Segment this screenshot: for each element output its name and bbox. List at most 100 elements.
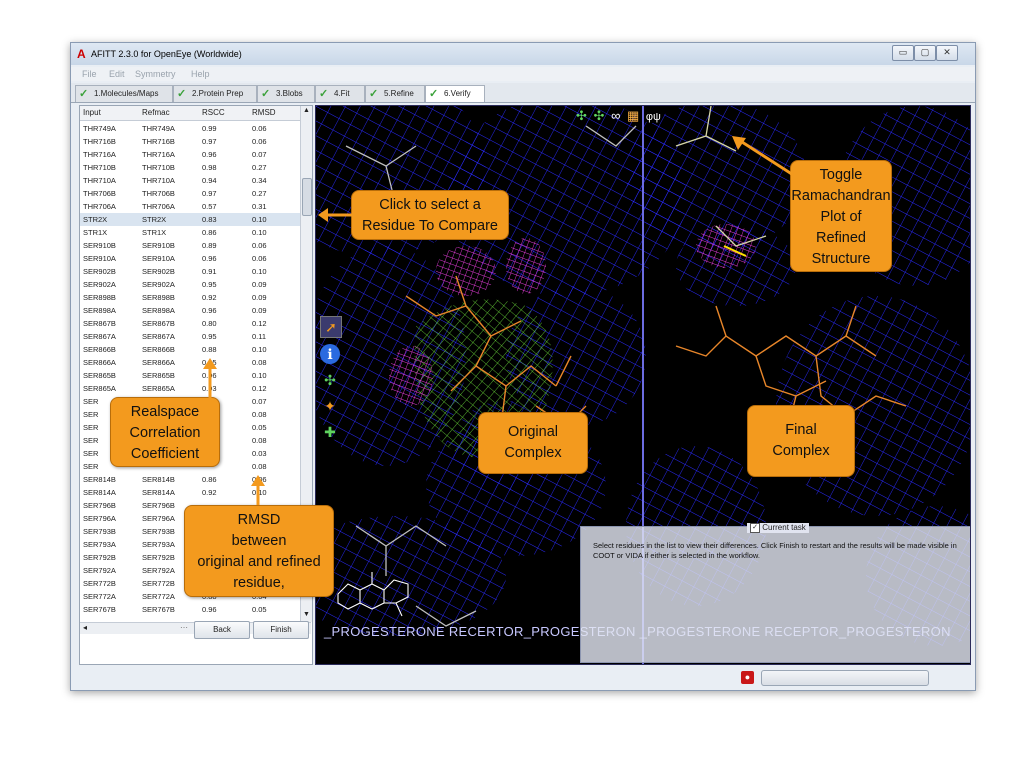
pointer-tool-icon[interactable]: ➚ xyxy=(320,316,342,338)
table-row[interactable]: SER866B SER866B 0.88 0.10 xyxy=(80,343,300,356)
table-row[interactable]: SER767B SER767B 0.96 0.05 xyxy=(80,603,300,616)
cell-input: THR710A xyxy=(83,176,116,185)
table-row[interactable]: THR706B THR706B 0.97 0.27 xyxy=(80,187,300,200)
info-tool-icon[interactable]: ℹ xyxy=(320,344,340,364)
table-row[interactable]: SER910A SER910A 0.96 0.06 xyxy=(80,252,300,265)
table-row[interactable]: THR749A THR749A 0.99 0.06 xyxy=(80,122,300,135)
title-bar[interactable]: A AFITT 2.3.0 for OpenEye (Worldwide) ▭ … xyxy=(71,43,975,65)
cell-refmac: THR706B xyxy=(142,189,175,198)
table-row[interactable]: SER867B SER867B 0.80 0.12 xyxy=(80,317,300,330)
tab-molecules-maps[interactable]: ✓ 1.Molecules/Maps xyxy=(75,85,173,102)
scroll-up-icon[interactable]: ▲ xyxy=(303,107,310,114)
cell-input: SER xyxy=(83,462,99,471)
center-tool-icon[interactable]: ✣ xyxy=(320,370,340,390)
fit-view-icon[interactable]: ✣ xyxy=(594,108,605,124)
tab-fit[interactable]: ✓ 4.Fit xyxy=(315,85,365,102)
close-button[interactable]: ✕ xyxy=(936,45,958,61)
cell-rscc: 0.96 xyxy=(202,150,217,159)
minimize-button[interactable]: ▭ xyxy=(892,45,914,61)
table-row[interactable]: STR2X STR2X 0.83 0.10 xyxy=(80,213,300,226)
center-view-icon[interactable]: ✣ xyxy=(576,108,587,124)
cell-input: SER767B xyxy=(83,605,116,614)
link-views-icon[interactable]: ∞ xyxy=(611,108,620,123)
cell-rscc: 0.91 xyxy=(202,267,217,276)
cell-input: SER796B xyxy=(83,501,116,510)
callout-final-complex: Final Complex xyxy=(747,405,855,477)
cell-rmsd: 0.06 xyxy=(252,241,267,250)
column-refmac[interactable]: Refmac xyxy=(142,108,170,117)
cell-refmac: SER796B xyxy=(142,501,175,510)
cell-rmsd: 0.08 xyxy=(252,358,267,367)
callout-arrow-select xyxy=(318,208,354,222)
menu-symmetry[interactable]: Symmetry xyxy=(135,69,176,79)
tab-verify[interactable]: ✓ 6.Verify xyxy=(425,85,485,102)
table-row[interactable]: SER902B SER902B 0.91 0.10 xyxy=(80,265,300,278)
column-input[interactable]: Input xyxy=(83,108,101,117)
cell-rmsd: 0.10 xyxy=(252,215,267,224)
table-row[interactable]: SER898A SER898A 0.96 0.09 xyxy=(80,304,300,317)
maximize-button[interactable]: ▢ xyxy=(914,45,936,61)
table-row[interactable]: THR706A THR706A 0.57 0.31 xyxy=(80,200,300,213)
table-row[interactable]: THR710B THR710B 0.98 0.27 xyxy=(80,161,300,174)
cell-input: SER772A xyxy=(83,592,116,601)
cell-rmsd: 0.31 xyxy=(252,202,267,211)
cell-rmsd: 0.05 xyxy=(252,605,267,614)
cell-refmac: SER910B xyxy=(142,241,175,250)
menu-file[interactable]: File xyxy=(82,69,97,79)
table-row[interactable]: SER865BSER865B0.960.10 xyxy=(80,369,300,382)
scroll-grip-icon[interactable]: ⋯ xyxy=(180,623,188,632)
table-row[interactable]: SER866ASER866A0.950.08 xyxy=(80,356,300,369)
ramachandran-toggle-icon[interactable]: φψ xyxy=(646,111,661,123)
table-row[interactable]: STR1X STR1X 0.86 0.10 xyxy=(80,226,300,239)
display-settings-icon[interactable]: ▦ xyxy=(627,108,639,124)
column-rscc[interactable]: RSCC xyxy=(202,108,225,117)
cell-rmsd: 0.12 xyxy=(252,384,267,393)
cell-input: SER xyxy=(83,449,99,458)
scroll-down-icon[interactable]: ▼ xyxy=(303,611,310,618)
table-header: Input Refmac RSCC RMSD xyxy=(80,106,300,121)
menu-edit[interactable]: Edit xyxy=(109,69,125,79)
cell-refmac: SER902A xyxy=(142,280,175,289)
table-row[interactable]: SER910B SER910B 0.89 0.06 xyxy=(80,239,300,252)
cell-rmsd: 0.27 xyxy=(252,189,267,198)
back-button[interactable]: Back xyxy=(194,621,250,639)
finish-button[interactable]: Finish xyxy=(253,621,309,639)
menu-help[interactable]: Help xyxy=(191,69,210,79)
cell-refmac: THR710A xyxy=(142,176,175,185)
tab-refine[interactable]: ✓ 5.Refine xyxy=(365,85,425,102)
cell-refmac: SER793B xyxy=(142,527,175,536)
callout-arrow-rmsd xyxy=(251,475,265,505)
cell-rscc: 0.83 xyxy=(202,215,217,224)
add-tool-icon[interactable]: ✚ xyxy=(320,422,340,442)
current-task-checkbox[interactable]: ✓ xyxy=(750,523,760,533)
cell-rscc: 0.92 xyxy=(202,293,217,302)
table-row[interactable]: SER867A SER867A 0.95 0.11 xyxy=(80,330,300,343)
table-row[interactable]: SER865ASER865A0.930.12 xyxy=(80,382,300,395)
cell-input: SER793A xyxy=(83,540,116,549)
table-row[interactable]: THR716A THR716A 0.96 0.07 xyxy=(80,148,300,161)
tab-blobs[interactable]: ✓ 3.Blobs xyxy=(257,85,315,102)
cell-refmac: STR2X xyxy=(142,215,167,224)
cell-rmsd: 0.10 xyxy=(252,267,267,276)
column-rmsd[interactable]: RMSD xyxy=(252,108,276,117)
table-row[interactable]: THR710A THR710A 0.94 0.34 xyxy=(80,174,300,187)
scroll-left-icon[interactable]: ◂ xyxy=(83,623,87,632)
table-row[interactable]: SER902A SER902A 0.95 0.09 xyxy=(80,278,300,291)
measure-tool-icon[interactable]: ✦ xyxy=(320,396,340,416)
cell-input: SER898B xyxy=(83,293,116,302)
cell-input: THR706A xyxy=(83,202,116,211)
check-icon: ✓ xyxy=(177,88,187,100)
cell-input: SER867B xyxy=(83,319,116,328)
table-row[interactable]: THR716B THR716B 0.97 0.06 xyxy=(80,135,300,148)
current-task-text: Select residues in the list to view thei… xyxy=(593,541,957,560)
cell-input: SER792B xyxy=(83,553,116,562)
scroll-thumb[interactable] xyxy=(302,178,312,216)
cell-refmac: THR706A xyxy=(142,202,175,211)
cell-rscc: 0.99 xyxy=(202,124,217,133)
check-icon: ✓ xyxy=(369,88,379,100)
table-row[interactable]: SER898B SER898B 0.92 0.09 xyxy=(80,291,300,304)
stop-button[interactable]: ● xyxy=(741,671,754,684)
tab-protein-prep[interactable]: ✓ 2.Protein Prep xyxy=(173,85,257,102)
cell-rscc: 0.86 xyxy=(202,228,217,237)
menu-bar: File Edit Symmetry Help xyxy=(71,67,975,81)
